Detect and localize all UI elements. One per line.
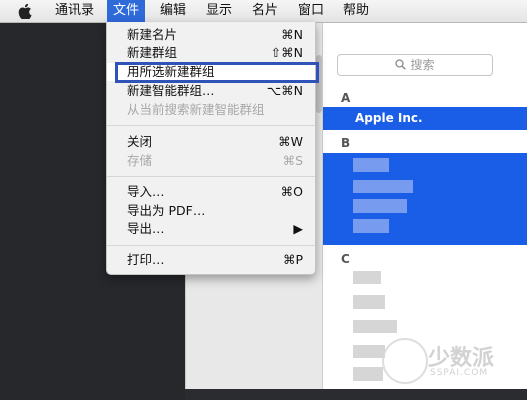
- menu-item-label: 导入…: [127, 184, 165, 199]
- menu-item-export[interactable]: 导出… ▶: [107, 220, 315, 238]
- menu-item-save: 存储 ⌘S: [107, 152, 315, 170]
- apple-icon[interactable]: [18, 4, 32, 19]
- menu-item-shortcut: ⌘O: [280, 184, 303, 199]
- highlight-annotation-box: [115, 62, 319, 83]
- menu-card[interactable]: 名片: [246, 0, 284, 22]
- blurred-contact-name: [353, 180, 413, 193]
- menu-item-label: 导出为 PDF…: [127, 203, 206, 218]
- blurred-contact-name[interactable]: [353, 320, 397, 333]
- blurred-contact-name[interactable]: [353, 295, 385, 309]
- watermark-subtext: SSPAI.COM: [430, 368, 489, 378]
- menu-separator: [107, 125, 315, 126]
- menu-item-label: 关闭: [127, 134, 153, 149]
- blurred-contact-name: [353, 199, 407, 213]
- menu-item-new-smart-group[interactable]: 新建智能群组… ⌥⌘N: [107, 82, 315, 100]
- menu-item-shortcut: ⌘W: [278, 134, 303, 149]
- menu-item-label: 新建群组: [127, 45, 178, 60]
- menu-file[interactable]: 文件: [107, 0, 146, 22]
- menu-item-label: 打印…: [127, 252, 165, 267]
- sspai-logo-icon: [382, 338, 428, 384]
- menu-item-print[interactable]: 打印… ⌘P: [107, 251, 315, 269]
- contacts-list: 搜索 A Apple Inc. B C: [323, 23, 527, 389]
- menu-item-new-group[interactable]: 新建群组 ⇧⌘N: [107, 44, 315, 62]
- blurred-contact-name: [353, 219, 389, 233]
- search-icon: [395, 59, 407, 70]
- menu-separator: [107, 176, 315, 177]
- blurred-contact-name[interactable]: [353, 367, 383, 381]
- section-header-a: A: [341, 91, 351, 105]
- menu-help[interactable]: 帮助: [337, 0, 375, 22]
- contact-rows-selected-b[interactable]: [323, 153, 527, 245]
- menu-view[interactable]: 显示: [200, 0, 238, 22]
- menu-item-label: 新建名片: [127, 27, 178, 42]
- menu-item-shortcut: ⇧⌘N: [270, 45, 303, 60]
- menu-item-label: 存储: [127, 153, 153, 168]
- menu-item-shortcut: ⌘N: [281, 27, 303, 42]
- menu-item-close[interactable]: 关闭 ⌘W: [107, 133, 315, 151]
- blurred-contact-name[interactable]: [353, 271, 381, 284]
- menu-window[interactable]: 窗口: [292, 0, 330, 22]
- search-placeholder: 搜索: [410, 58, 435, 72]
- contact-name: Apple Inc.: [355, 111, 423, 125]
- submenu-arrow-icon: ▶: [293, 221, 303, 236]
- menu-separator: [107, 245, 315, 246]
- contact-row-selected[interactable]: Apple Inc.: [323, 107, 527, 130]
- blurred-contact-name: [353, 158, 389, 172]
- menu-item-label: 新建智能群组…: [127, 83, 215, 98]
- menu-bar: 通讯录 文件 编辑 显示 名片 窗口 帮助: [0, 0, 527, 23]
- menu-item-export-pdf[interactable]: 导出为 PDF…: [107, 202, 315, 220]
- menu-item-import[interactable]: 导入… ⌘O: [107, 183, 315, 201]
- watermark: 少数派 SSPAI.COM: [382, 338, 522, 388]
- file-menu: 新建名片 ⌘N 新建群组 ⇧⌘N 用所选新建群组 新建智能群组… ⌥⌘N 从当前…: [106, 22, 319, 275]
- section-header-c: C: [341, 252, 350, 266]
- menu-item-label: 导出…: [127, 221, 165, 236]
- blurred-contact-name[interactable]: [353, 345, 385, 358]
- menu-item-shortcut: ⌘P: [282, 252, 303, 267]
- menu-item-shortcut: ⌥⌘N: [266, 83, 303, 98]
- menu-contacts[interactable]: 通讯录: [49, 0, 100, 22]
- menu-item-label: 从当前搜索新建智能群组: [127, 102, 265, 117]
- menu-item-smart-group-from-search: 从当前搜索新建智能群组: [107, 101, 315, 119]
- section-header-b: B: [341, 136, 351, 150]
- search-field[interactable]: 搜索: [337, 54, 493, 76]
- menu-item-shortcut: ⌘S: [282, 153, 303, 168]
- menu-edit[interactable]: 编辑: [154, 0, 192, 22]
- menu-item-new-card[interactable]: 新建名片 ⌘N: [107, 26, 315, 44]
